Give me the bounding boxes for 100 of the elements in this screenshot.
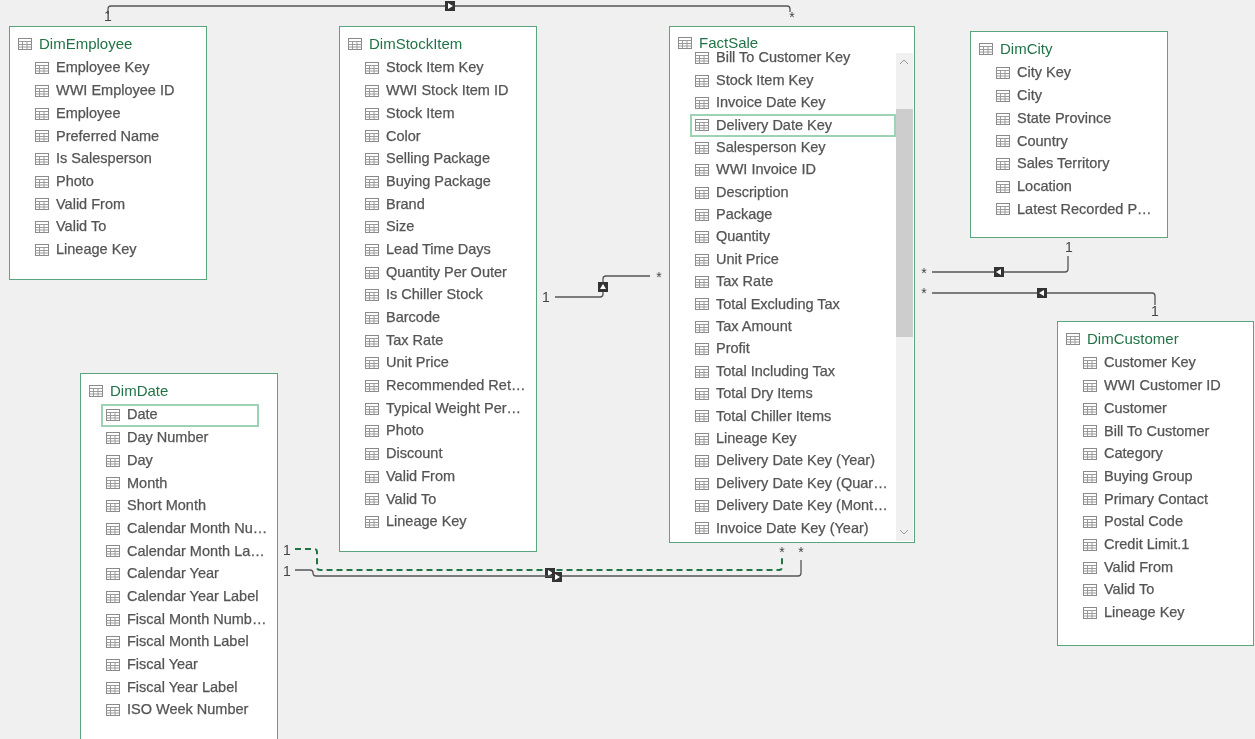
column-item[interactable]: Is Salesperson <box>30 147 154 171</box>
column-item[interactable]: Invoice Date Key (Year) <box>690 517 871 540</box>
column-item[interactable]: WWI Employee ID <box>30 79 177 103</box>
column-item[interactable]: Stock Item Key <box>360 57 486 80</box>
column-item[interactable]: Buying Package <box>360 170 493 194</box>
column-item[interactable]: Photo <box>30 170 96 194</box>
column-item[interactable]: Invoice Date Key <box>690 91 828 115</box>
column-item[interactable]: Unit Price <box>690 248 781 271</box>
column-item[interactable]: Selling Package <box>360 147 492 171</box>
column-item[interactable]: Short Month <box>101 494 208 518</box>
column-item[interactable]: Salesperson Key <box>690 136 828 159</box>
column-item[interactable]: Unit Price <box>360 351 451 375</box>
column-item[interactable]: Country <box>991 130 1070 153</box>
column-item[interactable]: Fiscal Month Numb… <box>101 608 269 631</box>
table-card[interactable]: DimCity City Key City State Province Country Sales Territory Location Latest Recorded P… <box>970 31 1168 238</box>
column-item[interactable]: Valid From <box>1078 556 1176 579</box>
column-item[interactable]: Calendar Year Label <box>101 585 261 609</box>
column-item[interactable]: Package <box>690 203 775 227</box>
column-item[interactable]: Day Number <box>101 426 211 450</box>
column-item[interactable]: Fiscal Month Label <box>101 630 251 654</box>
column-item[interactable]: Postal Code <box>1078 510 1185 534</box>
column-item[interactable]: Lineage Key <box>30 238 139 262</box>
column-item[interactable]: WWI Stock Item ID <box>360 79 511 103</box>
column-item[interactable]: Bill To Customer <box>1078 420 1212 443</box>
column-item[interactable]: Employee Key <box>30 57 152 80</box>
column-item[interactable]: Customer <box>1078 397 1169 421</box>
relationship-line[interactable] <box>294 559 802 582</box>
table-card[interactable] <box>80 373 278 739</box>
column-item[interactable]: Photo <box>360 420 426 443</box>
column-item[interactable]: Fiscal Year <box>101 653 200 677</box>
column-item[interactable]: Barcode <box>360 306 442 330</box>
column-item[interactable]: WWI Invoice ID <box>690 158 818 182</box>
table-card[interactable]: DimEmployee Employee Key WWI Employee ID Employee Preferred Name Is Salesperson Photo Valid From Valid To Lineage Key <box>9 26 207 280</box>
table-card[interactable] <box>669 26 915 543</box>
column-item[interactable]: Valid To <box>30 215 109 239</box>
column-item[interactable]: Location <box>991 175 1074 199</box>
column-item[interactable]: City Key <box>991 62 1073 85</box>
table-card[interactable]: DimCustomer Customer Key WWI Customer ID Customer Bill To Customer Category Buying Group Primary Contact Postal Code Credit Limit.1 Valid From Valid To Lineage Key <box>1057 321 1254 646</box>
scrollbar[interactable] <box>896 53 913 541</box>
relationship-line[interactable] <box>294 548 783 578</box>
column-item[interactable]: WWI Customer ID <box>1078 374 1223 398</box>
column-item[interactable]: Quantity <box>690 226 772 249</box>
column-item[interactable]: Preferred Name <box>30 125 162 148</box>
column-item[interactable]: Fiscal Year Label <box>101 676 240 699</box>
column-item[interactable]: Customer Key <box>1078 352 1198 375</box>
column-item[interactable]: State Province <box>991 107 1114 131</box>
column-item[interactable]: Calendar Month Nu… <box>101 517 270 541</box>
column-item[interactable]: Total Excluding Tax <box>690 293 842 316</box>
table-icon <box>695 276 709 289</box>
table-card[interactable] <box>339 26 537 552</box>
relationship-line[interactable] <box>931 288 1156 306</box>
column-item[interactable]: Credit Limit.1 <box>1078 533 1192 557</box>
scrollbar-thumb[interactable] <box>896 109 913 337</box>
column-item[interactable]: Latest Recorded P… <box>991 198 1154 221</box>
column-item[interactable]: Lead Time Days <box>360 238 493 262</box>
column-item[interactable]: Tax Rate <box>690 270 776 294</box>
column-item[interactable]: Profit <box>690 338 752 361</box>
column-item[interactable]: Buying Group <box>1078 465 1195 489</box>
column-item[interactable]: Typical Weight Per… <box>360 397 524 420</box>
column-item[interactable]: Is Chiller Stock <box>360 283 485 307</box>
column-item[interactable]: Recommended Ret… <box>360 374 528 398</box>
column-item[interactable]: Delivery Date Key <box>690 114 896 137</box>
column-item[interactable]: Valid From <box>360 465 458 489</box>
column-item[interactable]: Primary Contact <box>1078 488 1210 511</box>
column-item[interactable]: Total Chiller Items <box>690 405 834 428</box>
column-item[interactable]: Delivery Date Key (Quar… <box>690 472 890 495</box>
column-item[interactable]: Color <box>360 125 423 148</box>
column-item[interactable]: Valid To <box>1078 578 1157 602</box>
column-item[interactable]: Delivery Date Key (Mont… <box>690 494 890 518</box>
column-item[interactable]: Size <box>360 215 417 239</box>
column-item[interactable]: Employee <box>30 102 123 126</box>
column-item[interactable]: Category <box>1078 442 1165 466</box>
column-item[interactable]: Lineage Key <box>1078 601 1187 625</box>
column-item[interactable]: Lineage Key <box>360 510 469 534</box>
column-item[interactable]: Quantity Per Outer <box>360 261 509 284</box>
column-item[interactable]: Lineage Key <box>690 427 799 451</box>
column-item[interactable]: Valid From <box>30 193 128 216</box>
column-item[interactable]: Calendar Month La… <box>101 540 267 563</box>
column-item[interactable]: Delivery Date Key (Year) <box>690 450 878 473</box>
column-item[interactable]: Description <box>690 181 791 204</box>
column-item[interactable]: Calendar Year <box>101 562 221 586</box>
column-item[interactable]: Date <box>101 404 259 427</box>
relationship-line[interactable] <box>931 255 1069 277</box>
column-item[interactable]: Day <box>101 449 155 473</box>
column-item[interactable]: Valid To <box>360 488 439 511</box>
column-item[interactable]: Brand <box>360 193 427 216</box>
column-item[interactable]: Stock Item Key <box>690 69 816 92</box>
column-item[interactable]: Total Including Tax <box>690 360 838 383</box>
column-item[interactable]: Total Dry Items <box>690 382 815 406</box>
column-item[interactable]: Discount <box>360 442 445 466</box>
column-item[interactable]: Tax Rate <box>360 329 446 352</box>
column-item[interactable]: Sales Territory <box>991 152 1112 176</box>
column-item[interactable]: Stock Item <box>360 102 457 126</box>
column-item[interactable]: City <box>991 84 1044 108</box>
column-item[interactable]: ISO Week Number <box>101 698 251 722</box>
column-item[interactable]: Tax Amount <box>690 315 794 339</box>
column-item[interactable]: Month <box>101 472 170 495</box>
table-icon <box>1083 561 1097 574</box>
relationship-line[interactable] <box>554 275 651 298</box>
table-icon <box>35 175 49 188</box>
